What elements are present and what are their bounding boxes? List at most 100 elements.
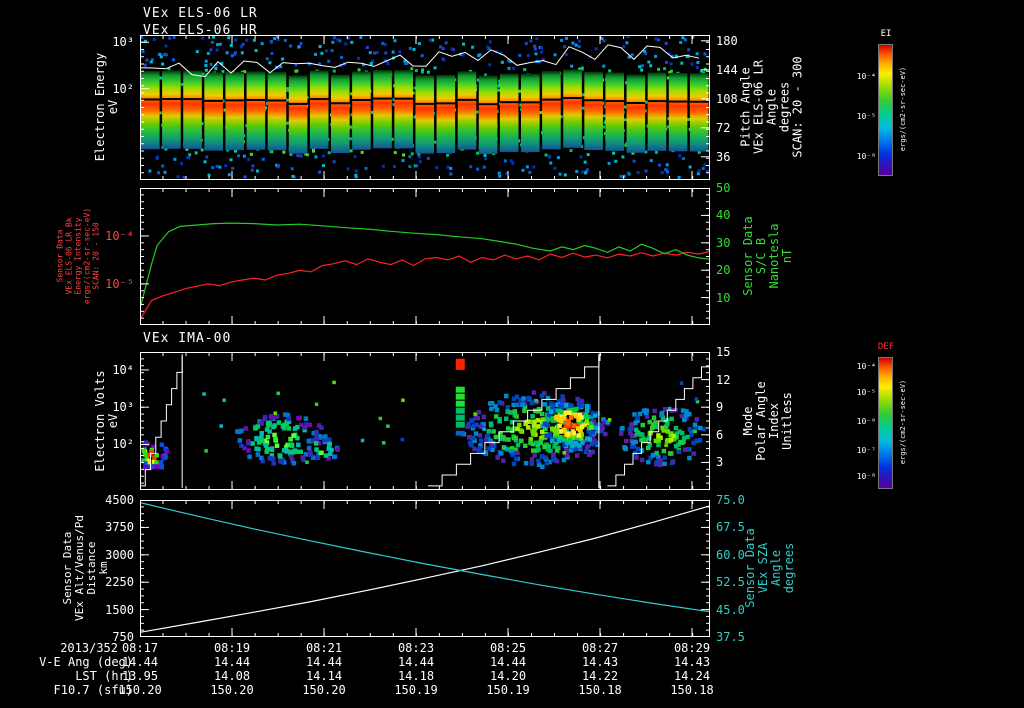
table-value: 14.18 bbox=[397, 669, 435, 683]
time-tick-label: 08:25 bbox=[489, 641, 527, 655]
date-label: 2013/352 bbox=[60, 641, 118, 655]
table-value: 150.18 bbox=[578, 683, 622, 697]
left-axis-tick: 10⁻⁴ bbox=[105, 228, 134, 243]
right-axis-tick: 10 bbox=[716, 290, 731, 305]
ei-colorbar-title: EI bbox=[880, 29, 892, 39]
right-axis-tick: 108 bbox=[716, 91, 738, 106]
def-colorbar-title: DEF bbox=[877, 342, 895, 352]
table-row-label: V-E Ang (deg) bbox=[39, 655, 133, 669]
left-axis-tick: 2250 bbox=[105, 575, 134, 590]
right-axis-tick: 72 bbox=[716, 120, 731, 135]
left-axis-tick: 10² bbox=[112, 81, 134, 96]
ima-spectrogram bbox=[140, 352, 710, 490]
right-axis-tick: 144 bbox=[716, 62, 738, 77]
time-tick-label: 08:29 bbox=[673, 641, 711, 655]
left-axis-tick: 10⁻⁵ bbox=[105, 276, 134, 291]
def-colorbar-units: ergs/(cm2-sr-sec-eV) bbox=[899, 380, 907, 464]
right-axis-tick: 75.0 bbox=[716, 493, 745, 507]
right-axis-tick: 9 bbox=[716, 400, 724, 415]
right-axis-tick: 3 bbox=[716, 455, 724, 470]
table-value: 14.43 bbox=[673, 655, 711, 669]
ima-title: VEx IMA-00 bbox=[143, 331, 232, 346]
els-pitch-angle-label: Pitch Angle VEx ELS-06 LR Angle degrees SCAN… bbox=[739, 56, 805, 158]
table-row-label: F10.7 (sfu) bbox=[53, 683, 133, 697]
bfield-right-label: Sensor Data S/C B Nanotesla nT bbox=[741, 216, 794, 295]
def-colorbar bbox=[878, 357, 893, 489]
table-value: 14.44 bbox=[305, 655, 343, 669]
table-value: 14.20 bbox=[489, 669, 527, 683]
vex-quicklook-plot-page: VEx ELS-06 LR VEx ELS-06 HR VEx IMA-00 E… bbox=[0, 0, 1024, 708]
table-value: 14.14 bbox=[305, 669, 343, 683]
left-axis-tick: 3000 bbox=[105, 547, 134, 562]
altitude-sza-lineplot bbox=[140, 500, 710, 637]
time-tick-label: 08:21 bbox=[305, 641, 343, 655]
time-tick-label: 08:27 bbox=[581, 641, 619, 655]
right-axis-tick: 36 bbox=[716, 149, 731, 164]
left-axis-tick: 10² bbox=[112, 437, 134, 452]
table-value: 150.20 bbox=[118, 683, 162, 697]
table-value: 13.95 bbox=[121, 669, 159, 683]
ei-colorbar bbox=[878, 44, 893, 176]
right-axis-tick: 20 bbox=[716, 263, 731, 278]
left-axis-tick: 10³ bbox=[112, 35, 134, 50]
table-value: 150.18 bbox=[670, 683, 714, 697]
right-axis-tick: 12 bbox=[716, 372, 731, 387]
label-line: Sensor Data bbox=[55, 229, 65, 283]
label-line: nT bbox=[780, 248, 794, 264]
label-line: ergs/(cm2-sr-sec-eV) bbox=[899, 66, 907, 152]
label-line: degrees bbox=[782, 542, 796, 594]
colorbar-tick: 10⁻⁵ bbox=[856, 111, 876, 121]
right-axis-tick: 45.0 bbox=[716, 602, 745, 617]
els-lr-title: VEx ELS-06 LR bbox=[143, 6, 258, 21]
els-spectrogram bbox=[140, 35, 710, 180]
label-line: VEx ELS-06 LR Bk bbox=[64, 217, 74, 295]
table-value: 150.20 bbox=[302, 683, 346, 697]
label-line: ergs/(cm2-sr-sec-eV) bbox=[899, 379, 907, 465]
left-axis-tick: 10⁴ bbox=[112, 362, 134, 377]
bfield-intensity-lineplot bbox=[140, 188, 710, 325]
table-row-label: LST (hr) bbox=[75, 669, 133, 683]
time-tick-label: 08:17 bbox=[121, 641, 159, 655]
colorbar-tick: 10⁻⁶ bbox=[856, 152, 876, 162]
ima-yaxis-label: Electron Volts eV bbox=[93, 370, 120, 471]
colorbar-tick: 10⁻⁴ bbox=[856, 362, 876, 372]
right-axis-tick: 15 bbox=[716, 345, 731, 359]
table-value: 14.22 bbox=[581, 669, 619, 683]
els-yaxis-label: Electron Energy eV bbox=[93, 53, 120, 161]
right-axis-tick: 52.5 bbox=[716, 575, 745, 590]
ei-colorbar-units: ergs/(cm2-sr-sec-eV) bbox=[899, 67, 907, 151]
table-value: 150.19 bbox=[394, 683, 438, 697]
table-value: 14.44 bbox=[121, 655, 159, 669]
colorbar-tick: 10⁻⁵ bbox=[856, 388, 876, 398]
right-axis-tick: 30 bbox=[716, 235, 731, 250]
ima-mode-index-label: Mode Polar Angle Index Unitless bbox=[741, 381, 794, 460]
right-axis-tick: 60.0 bbox=[716, 547, 745, 562]
left-axis-tick: 3750 bbox=[105, 520, 134, 535]
label-line: SCAN: 20 - 300 bbox=[790, 56, 805, 158]
table-value: 14.44 bbox=[213, 655, 251, 669]
time-tick-label: 08:19 bbox=[213, 641, 251, 655]
table-value: 14.24 bbox=[673, 669, 711, 683]
label-line: Unitless bbox=[780, 392, 794, 450]
left-axis-tick: 4500 bbox=[105, 493, 134, 507]
label-line: eV bbox=[106, 413, 120, 429]
right-axis-tick: 50 bbox=[716, 181, 731, 195]
table-value: 150.19 bbox=[486, 683, 530, 697]
table-value: 14.43 bbox=[581, 655, 619, 669]
right-axis-tick: 6 bbox=[716, 427, 724, 442]
left-axis-tick: 10³ bbox=[112, 400, 134, 415]
right-axis-tick: 37.5 bbox=[716, 630, 745, 644]
label-line: eV bbox=[106, 99, 120, 115]
table-value: 14.44 bbox=[397, 655, 435, 669]
colorbar-tick: 10⁻⁸ bbox=[856, 471, 876, 481]
table-value: 14.08 bbox=[213, 669, 251, 683]
time-tick-label: 08:23 bbox=[397, 641, 435, 655]
table-value: 150.20 bbox=[210, 683, 254, 697]
sza-right-label: Sensor Data VEx SZA Angle degrees bbox=[743, 528, 796, 607]
right-axis-tick: 40 bbox=[716, 208, 731, 223]
right-axis-tick: 67.5 bbox=[716, 520, 745, 535]
colorbar-tick: 10⁻⁶ bbox=[856, 417, 876, 426]
colorbar-tick: 10⁻⁴ bbox=[856, 71, 876, 81]
right-axis-tick: 180 bbox=[716, 33, 738, 48]
table-value: 14.44 bbox=[489, 655, 527, 669]
